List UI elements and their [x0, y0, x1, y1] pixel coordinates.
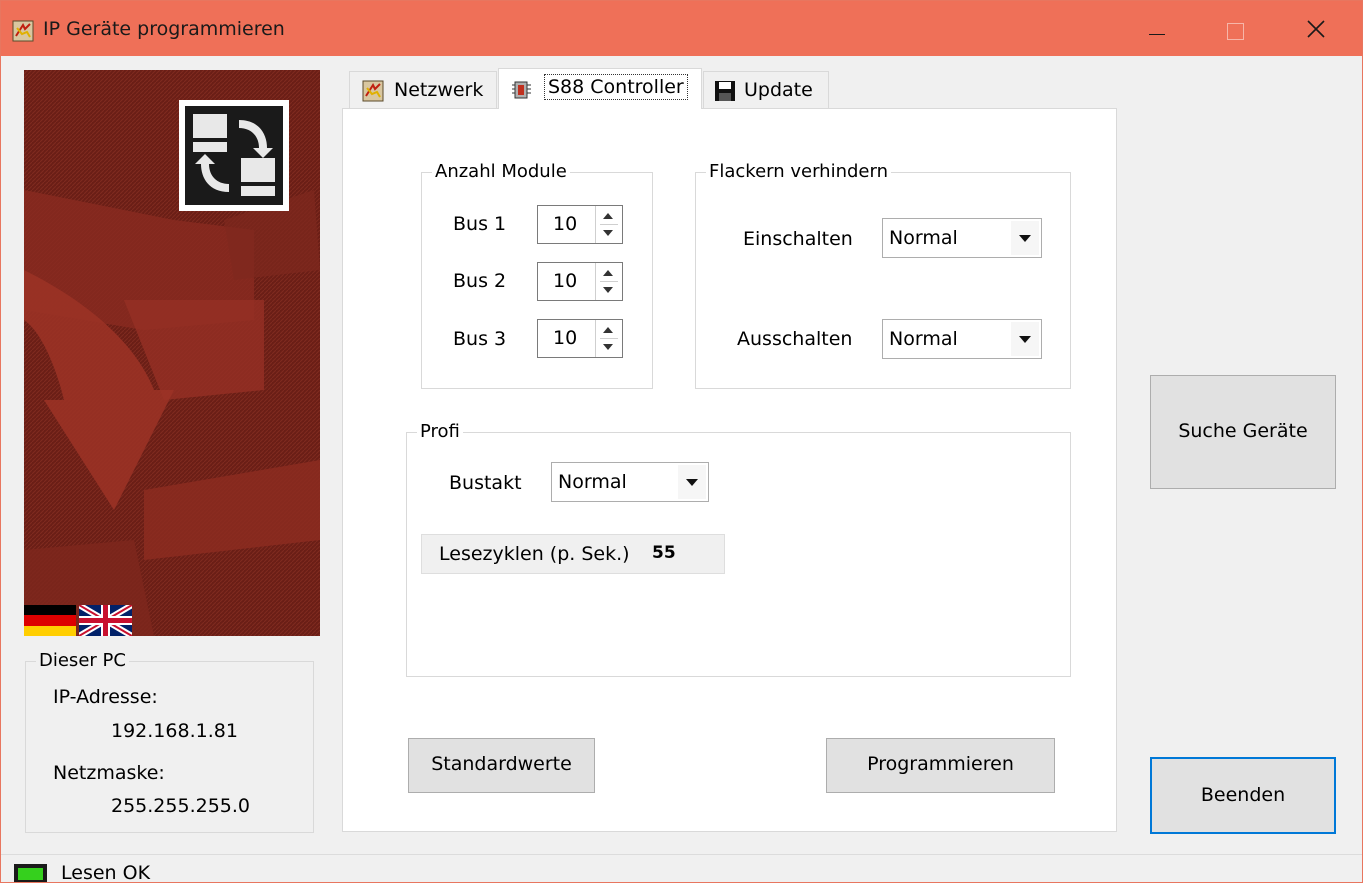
bus1-value: 10 [553, 213, 578, 235]
read-cycles-value: 55 [652, 543, 676, 563]
bus1-spin-arrows[interactable] [595, 206, 622, 243]
bus3-spin-arrows[interactable] [595, 320, 622, 357]
module-count-group: Anzahl Module Bus 1 10 Bus 2 10 Bus 3 10 [421, 161, 653, 389]
status-led-icon [14, 864, 47, 882]
einschalten-label: Einschalten [743, 228, 853, 250]
read-cycles-label: Lesezyklen (p. Sek.) [439, 543, 630, 565]
tab-update[interactable]: Update [703, 71, 829, 109]
tab-netzwerk[interactable]: Netzwerk [349, 71, 497, 109]
spin-up-icon[interactable] [603, 270, 613, 276]
uk-flag-icon[interactable] [79, 605, 132, 636]
ausschalten-select[interactable]: Normal [882, 319, 1042, 359]
spin-up-icon[interactable] [603, 327, 613, 333]
banner-image [24, 70, 320, 636]
chevron-down-icon[interactable] [1011, 221, 1039, 255]
search-devices-label: Suche Geräte [1178, 420, 1308, 442]
flicker-legend: Flackern verhindern [706, 161, 891, 182]
bus2-spinner[interactable]: 10 [537, 262, 623, 301]
floppy-disk-icon [715, 81, 735, 101]
netmask-label: Netzmaske: [53, 762, 165, 784]
bustakt-select[interactable]: Normal [551, 462, 709, 502]
chevron-down-icon[interactable] [1011, 322, 1039, 356]
status-bar: Lesen OK [1, 854, 1362, 883]
bus1-label: Bus 1 [453, 213, 507, 235]
device-sync-icon [185, 106, 283, 205]
bus3-spinner[interactable]: 10 [537, 319, 623, 358]
einschalten-select[interactable]: Normal [882, 218, 1042, 258]
bus2-value: 10 [553, 270, 578, 292]
module-count-legend: Anzahl Module [432, 161, 570, 182]
app-window: IP Geräte programmieren Dieser PC IP-Adr… [0, 0, 1363, 883]
tab-s88-label: S88 Controller [544, 74, 688, 100]
network-icon [362, 80, 384, 102]
exit-button[interactable]: Beenden [1150, 757, 1336, 834]
defaults-button[interactable]: Standardwerte [408, 738, 595, 793]
app-logo [179, 100, 289, 211]
status-text: Lesen OK [61, 862, 151, 883]
einschalten-value: Normal [889, 227, 958, 249]
bus3-value: 10 [553, 327, 578, 349]
program-button[interactable]: Programmieren [826, 738, 1055, 793]
tab-update-label: Update [744, 79, 813, 101]
bustakt-label: Bustakt [449, 472, 522, 494]
defaults-button-label: Standardwerte [431, 753, 572, 775]
chevron-down-icon[interactable] [678, 465, 706, 499]
ausschalten-label: Ausschalten [737, 328, 853, 350]
read-cycles-readout: Lesezyklen (p. Sek.) 55 [421, 534, 725, 574]
flicker-group: Flackern verhindern Einschalten Normal A… [695, 161, 1071, 389]
minimize-button[interactable] [1125, 1, 1187, 56]
bus3-label: Bus 3 [453, 328, 507, 350]
spin-up-icon[interactable] [603, 213, 613, 219]
maximize-button[interactable] [1205, 1, 1267, 56]
title-bar[interactable]: IP Geräte programmieren [1, 1, 1362, 56]
spin-down-icon[interactable] [603, 287, 613, 293]
ip-address-label: IP-Adresse: [53, 686, 158, 708]
bus1-spinner[interactable]: 10 [537, 205, 623, 244]
bus2-spin-arrows[interactable] [595, 263, 622, 300]
this-pc-group: Dieser PC IP-Adresse: 192.168.1.81 Netzm… [25, 650, 314, 833]
app-icon [12, 20, 34, 42]
bus2-label: Bus 2 [453, 270, 507, 292]
german-flag-icon[interactable] [24, 605, 76, 636]
tab-panel-s88: Anzahl Module Bus 1 10 Bus 2 10 Bus 3 10 [342, 108, 1117, 832]
controller-icon [512, 81, 531, 99]
ip-address-value: 192.168.1.81 [111, 720, 238, 742]
search-devices-button[interactable]: Suche Geräte [1150, 375, 1336, 489]
tab-netzwerk-label: Netzwerk [394, 79, 484, 101]
ausschalten-value: Normal [889, 328, 958, 350]
exit-button-label: Beenden [1200, 784, 1286, 806]
bustakt-value: Normal [558, 471, 627, 493]
spin-down-icon[interactable] [603, 230, 613, 236]
profi-legend: Profi [417, 421, 463, 442]
netmask-value: 255.255.255.0 [111, 795, 251, 817]
spin-down-icon[interactable] [603, 344, 613, 350]
close-button[interactable] [1286, 1, 1348, 56]
program-button-label: Programmieren [867, 753, 1014, 775]
this-pc-legend: Dieser PC [36, 650, 129, 671]
window-title: IP Geräte programmieren [43, 18, 285, 40]
close-icon [1307, 20, 1325, 38]
tab-s88-controller[interactable]: S88 Controller [498, 68, 702, 109]
